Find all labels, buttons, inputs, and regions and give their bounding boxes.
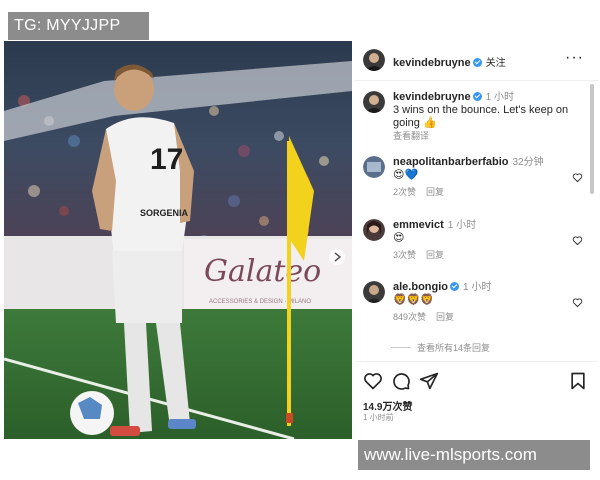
verified-icon xyxy=(472,58,482,67)
comment-avatar[interactable] xyxy=(363,281,385,303)
comment-avatar[interactable] xyxy=(363,156,385,178)
watermark-bottom: www.live-mlsports.com xyxy=(358,440,590,470)
comment-text: 😍💙 xyxy=(393,169,419,181)
comment-text: 😍 xyxy=(393,232,405,244)
comment-avatar[interactable] xyxy=(363,219,385,241)
banner-subtext: ACCESSORIES & DESIGN · MILANO xyxy=(209,299,311,305)
watermark-top: TG: MYYJJPP xyxy=(8,12,149,40)
post-panel: kevindebruyne 关注 ··· kevindebruyne 1 小时 3 … xyxy=(355,41,598,440)
comment-time: 32分钟 xyxy=(512,157,544,168)
heart-icon[interactable] xyxy=(572,235,583,246)
comment-time: 1 小时 xyxy=(447,220,477,231)
see-translation-link[interactable]: 查看翻译 xyxy=(393,131,429,141)
caption-avatar[interactable] xyxy=(363,91,385,113)
more-icon[interactable]: ··· xyxy=(565,49,584,67)
bookmark-icon[interactable] xyxy=(568,371,588,391)
comment-username[interactable]: ale.bongio xyxy=(393,281,448,293)
follow-button[interactable]: 关注 xyxy=(486,58,506,69)
comment-time: 1 小时 xyxy=(463,282,492,293)
caption-username[interactable]: kevindebruyne xyxy=(393,91,471,103)
comment-text: 🦁🦁🦁 xyxy=(393,294,435,306)
jersey-number: 17 xyxy=(150,143,183,176)
comment-likes[interactable]: 3次赞 xyxy=(393,250,416,260)
action-bar xyxy=(363,371,588,391)
comment-item: neapolitanbarberfabio 32分钟 😍💙 2次赞 回复 xyxy=(355,156,585,202)
verified-icon xyxy=(472,92,482,101)
caption-text: 3 wins on the bounce. Let's keep on goin… xyxy=(393,104,569,129)
post-header: kevindebruyne 关注 ··· xyxy=(355,41,598,81)
heart-icon[interactable] xyxy=(572,172,583,183)
comment-username[interactable]: emmevict xyxy=(393,219,444,231)
stadium-scene: Galateo ACCESSORIES & DESIGN · MILANO 17… xyxy=(4,41,352,439)
sponsor-text: SORGENIA xyxy=(140,208,189,218)
post-photo[interactable]: Galateo ACCESSORIES & DESIGN · MILANO 17… xyxy=(4,41,352,439)
share-icon[interactable] xyxy=(419,371,439,391)
view-all-replies-link[interactable]: 查看所有14条回复 xyxy=(391,341,490,354)
heart-icon[interactable] xyxy=(363,371,383,391)
comment-username[interactable]: neapolitanbarberfabio xyxy=(393,156,509,168)
caption: kevindebruyne 1 小时 3 wins on the bounce. … xyxy=(355,91,585,141)
author-avatar[interactable] xyxy=(363,49,385,71)
likes-count[interactable]: 14.9万次赞 xyxy=(363,398,412,413)
comment-icon[interactable] xyxy=(391,371,411,391)
heart-icon[interactable] xyxy=(572,297,583,308)
comment-likes[interactable]: 2次赞 xyxy=(393,187,416,197)
divider xyxy=(355,361,598,362)
reply-button[interactable]: 回复 xyxy=(426,250,444,260)
reply-button[interactable]: 回复 xyxy=(426,187,444,197)
comments-scrollbar[interactable] xyxy=(590,84,594,194)
author-username[interactable]: kevindebruyne xyxy=(393,57,471,69)
reply-button[interactable]: 回复 xyxy=(436,312,454,322)
verified-icon xyxy=(450,282,459,291)
comment-item: ale.bongio 1 小时 🦁🦁🦁 849次赞 回复 xyxy=(355,281,585,327)
thumbs-up-emoji: 👍 xyxy=(422,117,437,129)
posted-time: 1 小时前 xyxy=(363,413,394,422)
comment-item: emmevict 1 小时 😍 3次赞 回复 xyxy=(355,219,585,265)
comment-likes[interactable]: 849次赞 xyxy=(393,312,426,322)
caption-time: 1 小时 xyxy=(485,92,514,103)
